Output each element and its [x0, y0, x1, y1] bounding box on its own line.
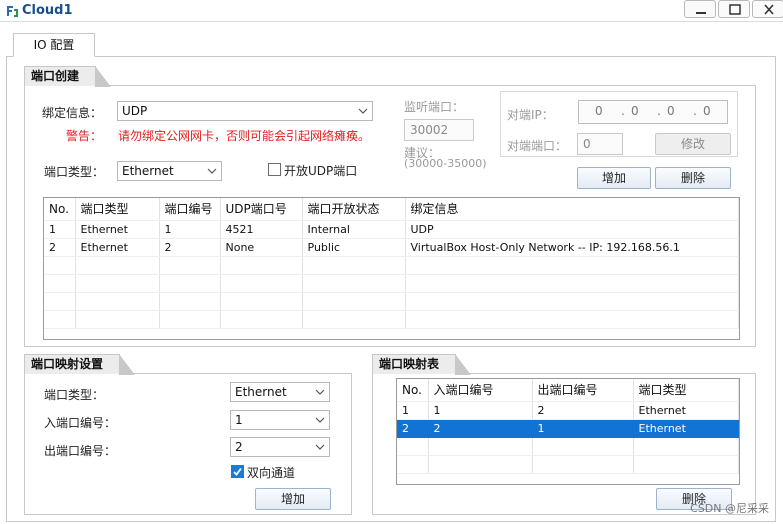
- bidirectional-label: 双向通道: [247, 466, 296, 480]
- close-icon: [764, 4, 774, 15]
- out-port-select[interactable]: 2: [230, 437, 330, 457]
- chevron-down-icon: [207, 168, 217, 174]
- port-type-select[interactable]: Ethernet: [117, 161, 222, 181]
- column-header[interactable]: 端口编号: [159, 198, 221, 221]
- bidirectional-checkbox[interactable]: [231, 465, 244, 478]
- column-header[interactable]: 端口类型: [75, 198, 160, 221]
- column-header[interactable]: No.: [44, 198, 76, 221]
- column-header[interactable]: 绑定信息: [405, 198, 739, 221]
- table-cell: 1: [44, 220, 76, 239]
- port-mapping-settings-header: 端口映射设置: [24, 354, 135, 375]
- table-row[interactable]: 1 1 2 Ethernet: [397, 401, 739, 420]
- in-port-select[interactable]: 1: [230, 410, 330, 430]
- table-row-selected[interactable]: 2 2 1 Ethernet: [397, 419, 739, 438]
- chevron-down-icon: [315, 444, 325, 450]
- port-creation-title: 端口创建: [31, 69, 80, 83]
- table-cell: 4521: [220, 220, 303, 239]
- modify-button[interactable]: 修改: [655, 133, 731, 155]
- checkmark-icon: [233, 467, 242, 476]
- listen-port-label: 监听端口：: [404, 100, 465, 114]
- table-cell: 2: [159, 238, 221, 257]
- port-type-value: Ethernet: [122, 164, 174, 178]
- peer-ip-label: 对端IP：: [507, 108, 554, 122]
- tab-io-config[interactable]: IO 配置: [13, 33, 95, 57]
- column-header[interactable]: 端口开放状态: [302, 198, 406, 221]
- open-udp-label: 开放UDP端口: [284, 164, 358, 178]
- peer-ip-input[interactable]: 0 . 0 . 0 . 0: [578, 100, 728, 124]
- peer-port-input[interactable]: 0: [577, 133, 623, 155]
- listen-port-input[interactable]: 30002: [404, 119, 474, 141]
- warning-text: 请勿绑定公网网卡，否则可能会引起网络瘫痪。: [118, 129, 371, 143]
- suggest-range: (30000-35000): [404, 157, 487, 170]
- peer-port-label: 对端端口：: [507, 139, 568, 153]
- bind-info-select[interactable]: UDP: [117, 101, 373, 121]
- ip-octet: 0: [595, 104, 603, 118]
- table-cell: Ethernet: [75, 238, 160, 257]
- watermark-text: CSDN @尼采采: [690, 502, 769, 515]
- map-port-type-label: 端口类型：: [44, 388, 105, 402]
- mapping-table: No. 入端口编号 出端口编号 端口类型 1 1 2 Ethernet 2 2 …: [396, 378, 740, 485]
- add-mapping-button[interactable]: 增加: [255, 488, 331, 510]
- chevron-down-icon: [315, 389, 325, 395]
- minimize-button[interactable]: [684, 0, 716, 18]
- add-port-button[interactable]: 增加: [577, 167, 651, 189]
- table-cell: UDP: [405, 220, 739, 239]
- ip-octet: 0: [703, 104, 711, 118]
- bind-info-value: UDP: [122, 104, 148, 118]
- map-port-type-value: Ethernet: [235, 385, 287, 399]
- table-cell: Ethernet: [75, 220, 160, 239]
- in-port-value: 1: [235, 413, 243, 427]
- table-cell: Ethernet: [633, 419, 739, 438]
- chevron-down-icon: [315, 417, 325, 423]
- table-cell: 1: [428, 401, 533, 420]
- column-header[interactable]: 出端口编号: [532, 379, 634, 402]
- close-button[interactable]: [752, 0, 783, 18]
- table-cell: None: [220, 238, 303, 257]
- ip-octet: 0: [667, 104, 675, 118]
- window-title: Cloud1: [22, 3, 73, 18]
- maximize-icon: [729, 4, 741, 15]
- port-mapping-table-header: 端口映射表: [372, 354, 471, 375]
- bind-info-label: 绑定信息：: [42, 106, 103, 120]
- chevron-down-icon: [358, 108, 368, 114]
- table-cell: 2: [44, 238, 76, 257]
- open-udp-checkbox[interactable]: [268, 163, 281, 176]
- table-cell: 2: [428, 419, 533, 438]
- port-creation-header: 端口创建: [24, 66, 111, 87]
- port-table: No. 端口类型 端口编号 UDP端口号 端口开放状态 绑定信息 1 Ether…: [43, 197, 740, 340]
- table-cell: Internal: [302, 220, 406, 239]
- port-mapping-settings-title: 端口映射设置: [31, 357, 104, 371]
- out-port-value: 2: [235, 440, 243, 454]
- port-mapping-table-title: 端口映射表: [379, 357, 440, 371]
- in-port-label: 入端口编号：: [44, 416, 117, 430]
- table-header-row: No. 端口类型 端口编号 UDP端口号 端口开放状态 绑定信息: [44, 198, 739, 221]
- table-cell: 2: [532, 401, 634, 420]
- table-cell: Ethernet: [633, 401, 739, 420]
- column-header[interactable]: UDP端口号: [220, 198, 303, 221]
- table-cell: 1: [532, 419, 634, 438]
- map-port-type-select[interactable]: Ethernet: [230, 382, 330, 402]
- column-header[interactable]: 入端口编号: [428, 379, 533, 402]
- column-header[interactable]: No.: [397, 379, 429, 402]
- title-bar: [0, 0, 783, 22]
- out-port-label: 出端口编号：: [44, 444, 117, 458]
- delete-port-button[interactable]: 删除: [655, 167, 731, 189]
- table-cell: Public: [302, 238, 406, 257]
- table-cell: 2: [397, 419, 429, 438]
- ip-octet: 0: [631, 104, 639, 118]
- cloud-app-icon: [7, 6, 18, 17]
- table-row[interactable]: 2 Ethernet 2 None Public VirtualBox Host…: [44, 238, 739, 257]
- maximize-button[interactable]: [718, 0, 750, 18]
- table-header-row: No. 入端口编号 出端口编号 端口类型: [397, 379, 739, 402]
- column-header[interactable]: 端口类型: [633, 379, 739, 402]
- table-cell: 1: [397, 401, 429, 420]
- port-type-label: 端口类型：: [44, 165, 105, 179]
- warning-label: 警告：: [66, 129, 103, 143]
- table-row[interactable]: 1 Ethernet 1 4521 Internal UDP: [44, 220, 739, 239]
- minimize-icon: [696, 12, 706, 14]
- table-cell: 1: [159, 220, 221, 239]
- table-cell: VirtualBox Host-Only Network -- IP: 192.…: [405, 238, 739, 257]
